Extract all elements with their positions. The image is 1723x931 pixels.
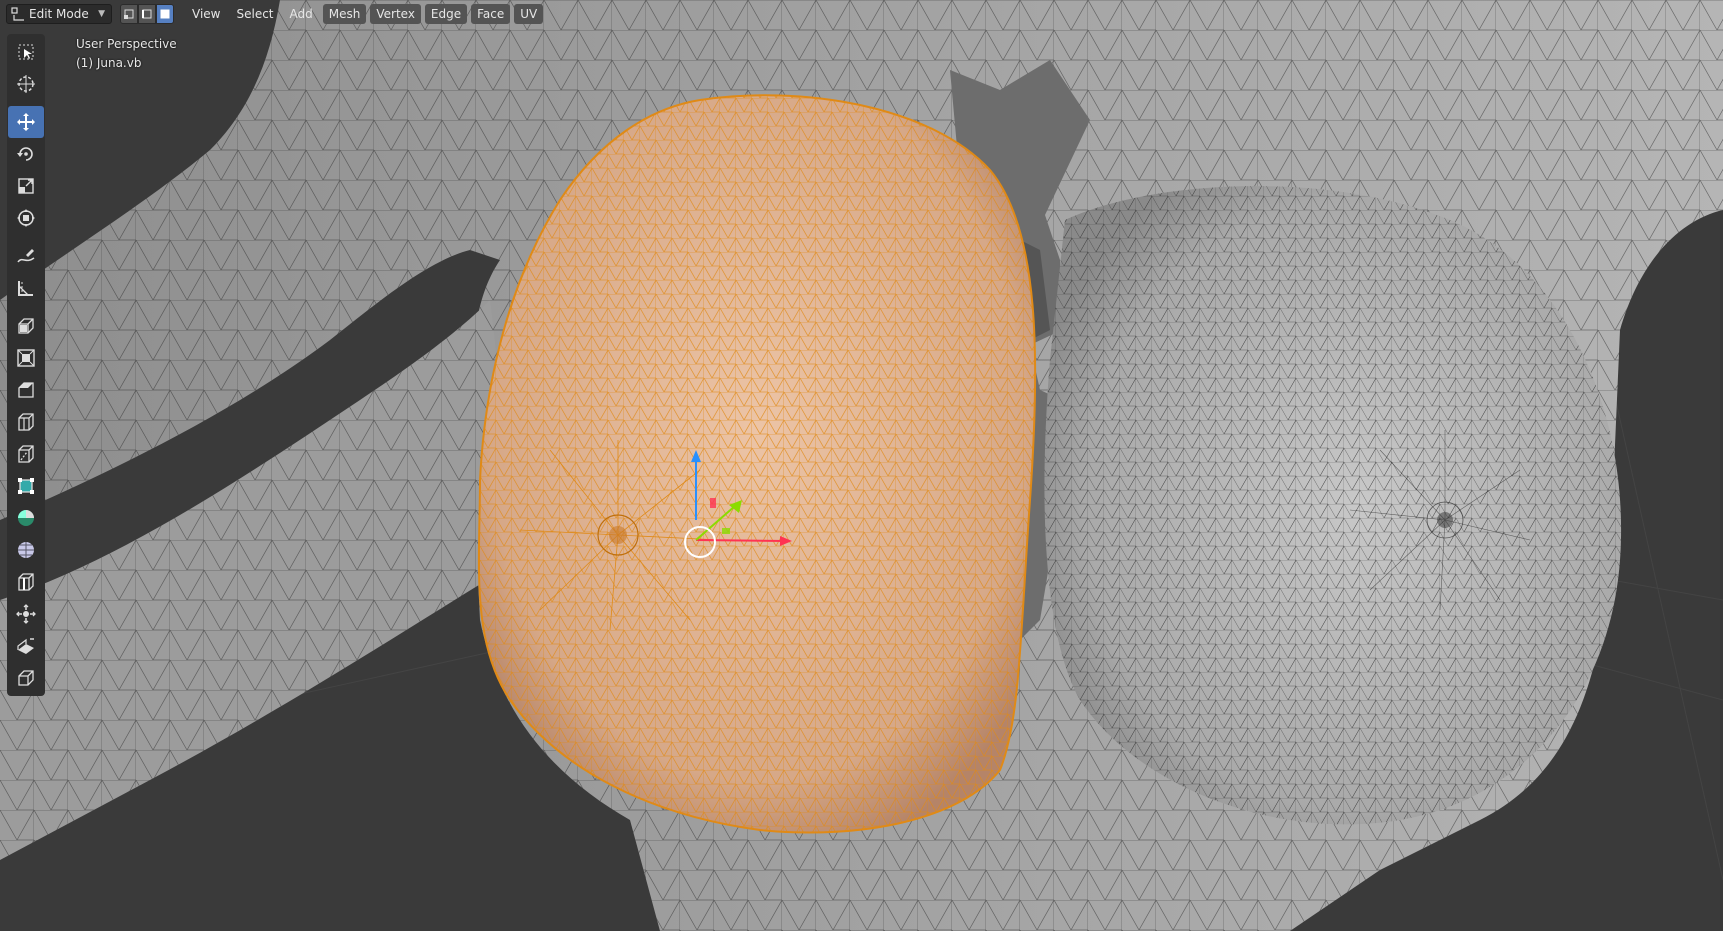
3d-viewport[interactable] [0, 0, 1723, 931]
chevron-down-icon: ▼ [98, 9, 105, 19]
object-name: (1) Juna.vb [76, 56, 142, 70]
vertex-select-button[interactable] [120, 4, 138, 24]
menu-mesh[interactable]: Mesh [322, 4, 367, 24]
tool-spin[interactable] [8, 502, 44, 534]
mesh-selected-faces[interactable] [477, 94, 1037, 834]
tool-inset-faces[interactable] [8, 342, 44, 374]
tool-knife[interactable] [8, 438, 44, 470]
mesh-right-part[interactable] [1044, 186, 1622, 825]
menu-select[interactable]: Select [230, 4, 279, 24]
face-select-icon [160, 9, 170, 19]
edge-slide-icon [18, 573, 34, 591]
tool-smooth[interactable] [8, 534, 44, 566]
shrink-fatten-icon [16, 604, 36, 624]
tool-measure[interactable] [8, 272, 44, 304]
select-mode-group [120, 4, 174, 24]
tool-annotate[interactable] [8, 240, 44, 272]
move-icon [17, 113, 35, 131]
menu-face[interactable]: Face [471, 4, 511, 24]
poly-build-icon [18, 478, 34, 494]
tool-rotate[interactable] [8, 138, 44, 170]
tool-poly-build[interactable] [8, 470, 44, 502]
tool-move[interactable] [8, 106, 44, 138]
viewport-header: Edit Mode ▼ View Select Add Mesh Vertex … [0, 0, 1723, 28]
rip-region-icon [18, 670, 34, 686]
smooth-icon [18, 542, 34, 558]
tool-shrink-fatten[interactable] [8, 598, 44, 630]
scale-icon [18, 178, 34, 194]
tool-shear[interactable] [8, 630, 44, 662]
select-box-icon [18, 44, 34, 60]
tool-cursor[interactable] [8, 68, 44, 100]
menu-view[interactable]: View [186, 4, 226, 24]
mode-label: Edit Mode [29, 7, 89, 21]
tool-select-box[interactable] [8, 36, 44, 68]
vertex-select-icon [124, 9, 134, 19]
tool-transform[interactable] [8, 202, 44, 234]
mode-selector[interactable]: Edit Mode ▼ [6, 4, 112, 24]
face-select-button[interactable] [156, 4, 174, 24]
transform-icon [17, 209, 35, 227]
rotate-icon [17, 147, 33, 161]
tool-edge-slide[interactable] [8, 566, 44, 598]
tool-loop-cut[interactable] [8, 406, 44, 438]
edge-select-button[interactable] [138, 4, 156, 24]
loop-cut-icon [18, 413, 34, 431]
bevel-icon [18, 382, 34, 398]
knife-icon [18, 445, 34, 463]
shear-icon [17, 638, 34, 654]
view-name: User Perspective [76, 37, 177, 51]
inset-faces-icon [17, 349, 35, 367]
menu-edge[interactable]: Edge [424, 4, 468, 24]
cursor-icon [17, 75, 35, 93]
tool-extrude-region[interactable] [8, 310, 44, 342]
tool-scale[interactable] [8, 170, 44, 202]
edit-mode-icon [11, 7, 24, 21]
menu-uv[interactable]: UV [514, 4, 544, 24]
annotate-icon [17, 249, 35, 263]
extrude-region-icon [18, 318, 34, 334]
tool-rip-region[interactable] [8, 662, 44, 694]
measure-icon [18, 281, 33, 296]
edge-select-icon [142, 9, 152, 19]
tool-bevel[interactable] [8, 374, 44, 406]
menu-vertex[interactable]: Vertex [370, 4, 421, 24]
spin-icon [18, 510, 34, 526]
menu-add[interactable]: Add [284, 4, 319, 24]
tool-shelf [7, 34, 45, 696]
